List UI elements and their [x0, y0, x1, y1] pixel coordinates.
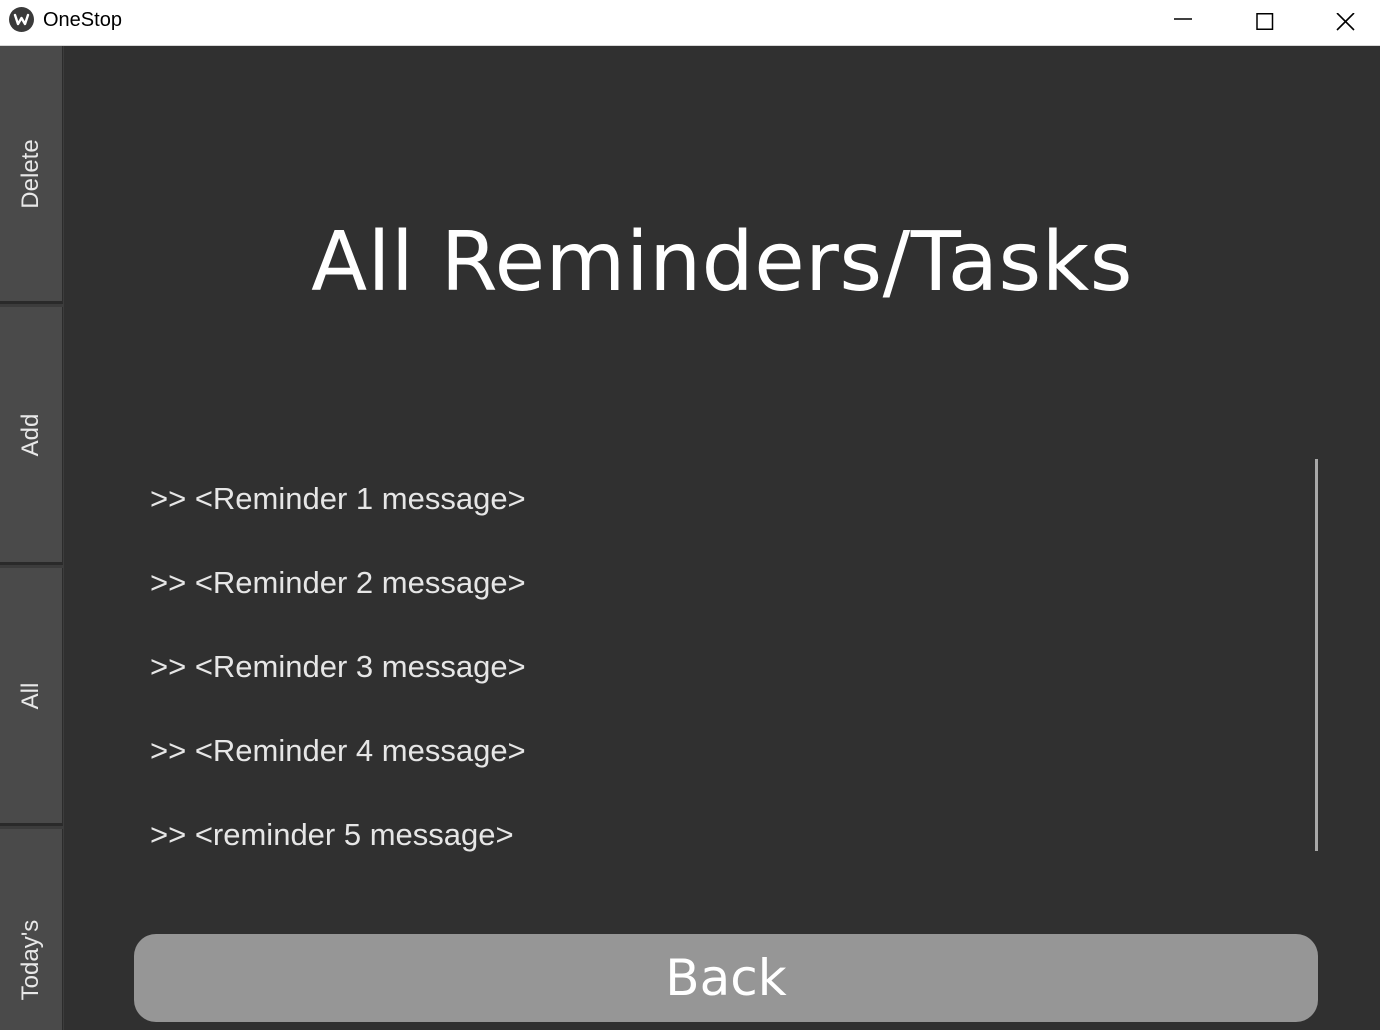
sidebar-item-label: All	[17, 682, 44, 709]
sidebar-item-label: Add	[17, 413, 44, 456]
scrollbar[interactable]	[1315, 459, 1318, 851]
close-button[interactable]	[1306, 0, 1380, 46]
list-item: >> <Reminder 2 message>	[150, 565, 526, 600]
sidebar-item-add[interactable]: Add	[0, 307, 63, 565]
sidebar-item-delete[interactable]: Delete	[0, 46, 63, 304]
reminder-list: >> <Reminder 1 message> >> <Reminder 2 m…	[150, 474, 1300, 894]
back-button[interactable]: Back	[134, 934, 1318, 1022]
list-item: >> <Reminder 3 message>	[150, 649, 526, 684]
close-icon	[1336, 13, 1355, 31]
window-title: OneStop	[43, 9, 122, 31]
list-item: >> <Reminder 4 message>	[150, 733, 526, 768]
sidebar-item-all[interactable]: All	[0, 568, 63, 826]
minimize-button[interactable]	[1142, 0, 1224, 46]
maximize-icon	[1256, 13, 1274, 30]
sidebar-item-todays[interactable]: Today's	[0, 829, 63, 1030]
maximize-button[interactable]	[1224, 0, 1306, 46]
sidebar: Delete Add All Today's	[0, 46, 64, 1030]
page-title: All Reminders/Tasks	[311, 215, 1133, 310]
app-logo-icon	[9, 7, 34, 32]
list-item: >> <reminder 5 message>	[150, 817, 514, 852]
sidebar-item-label: Today's	[17, 919, 44, 1001]
minimize-icon	[1174, 18, 1192, 20]
window-titlebar: OneStop	[0, 0, 1380, 46]
list-item: >> <Reminder 1 message>	[150, 481, 526, 516]
sidebar-item-label: Delete	[17, 138, 44, 209]
